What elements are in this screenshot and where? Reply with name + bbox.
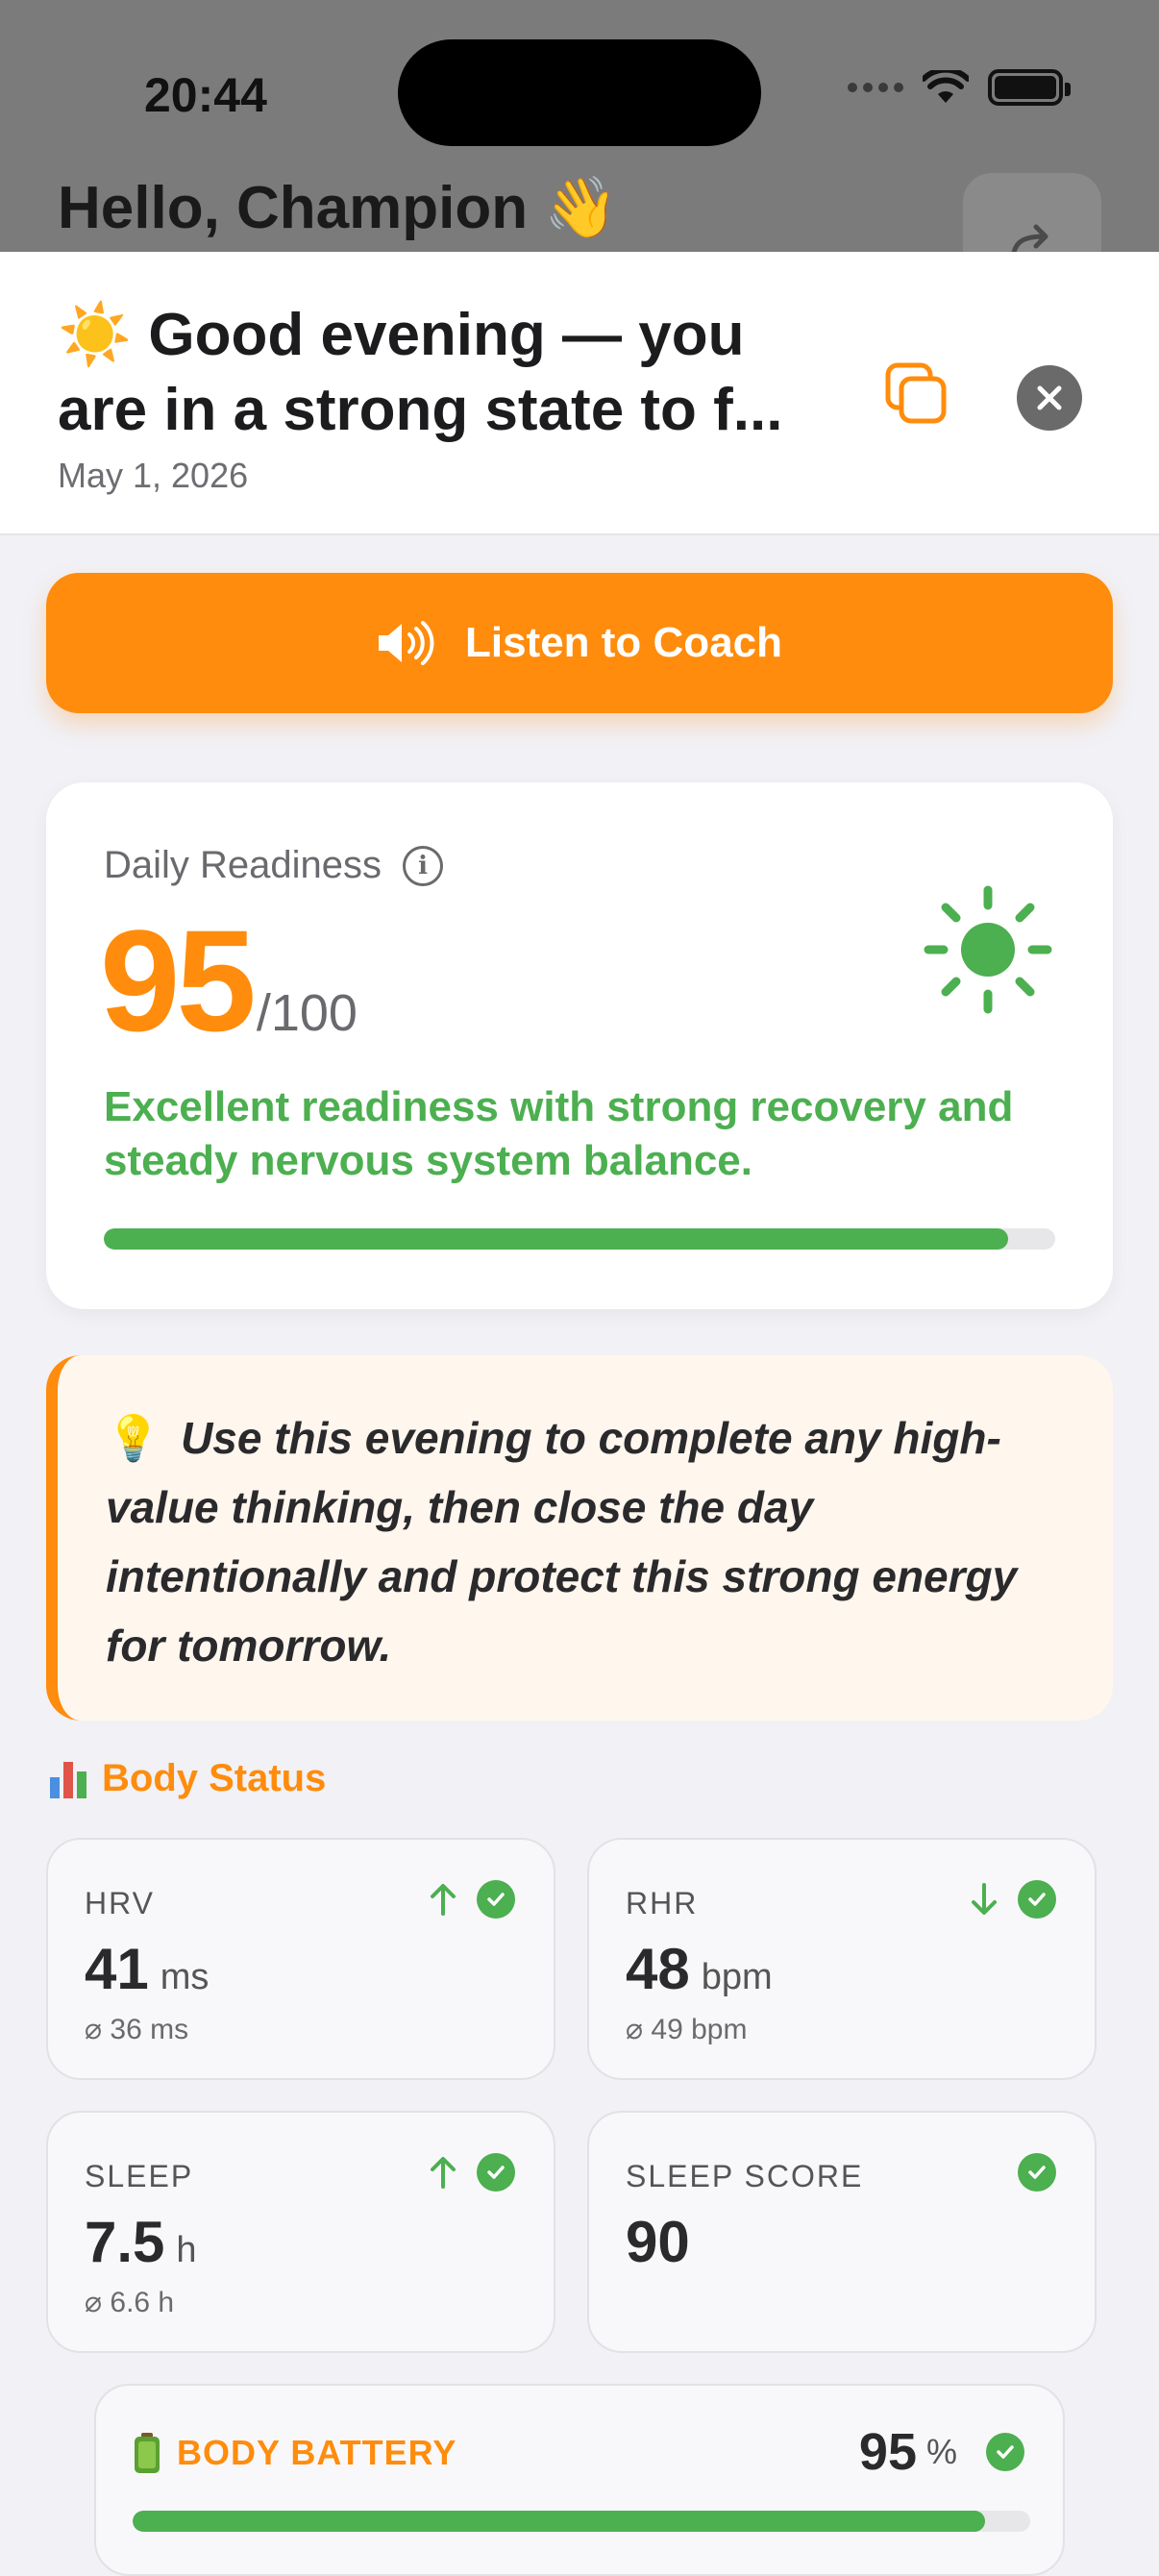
bar-chart-icon xyxy=(50,1760,86,1798)
status-time: 20:44 xyxy=(144,68,267,122)
close-button[interactable] xyxy=(1017,365,1082,431)
body-battery-value: 95 % xyxy=(859,2422,1024,2482)
body-battery-label-row: BODY BATTERY xyxy=(133,2432,456,2474)
close-icon xyxy=(1037,385,1062,410)
checkmark-icon xyxy=(477,1880,515,1919)
battery-icon xyxy=(988,69,1071,106)
metric-value: 90 xyxy=(626,2209,690,2275)
metric-card-rhr[interactable]: RHR 48 bpm ⌀ 49 bpm xyxy=(587,1838,1097,2080)
body-battery-number: 95 xyxy=(858,2423,917,2481)
dynamic-island xyxy=(398,39,761,146)
arrow-down-icon xyxy=(972,1883,997,1915)
readiness-score-value: 95 xyxy=(100,900,257,1061)
body-status-label: Body Status xyxy=(102,1757,327,1799)
body-status-title: Body Status xyxy=(50,1757,326,1800)
metric-unit: bpm xyxy=(701,1957,773,1997)
metric-indicators xyxy=(429,1880,515,1919)
metric-number: 41 xyxy=(85,1937,149,2001)
metric-indicators xyxy=(429,2153,515,2192)
readiness-progress-bar xyxy=(104,1228,1055,1250)
checkmark-icon xyxy=(1018,2153,1056,2192)
metric-average: ⌀ 36 ms xyxy=(85,2014,189,2045)
metric-unit: ms xyxy=(160,1957,210,1997)
metric-average: ⌀ 49 bpm xyxy=(626,2014,748,2045)
readiness-score: 95 /100 xyxy=(100,898,358,1064)
metric-unit: h xyxy=(176,2230,197,2270)
metric-indicators xyxy=(1018,2153,1056,2192)
copy-icon xyxy=(885,362,947,424)
wifi-icon xyxy=(923,70,969,103)
arrow-up-icon xyxy=(431,1884,456,1916)
readiness-progress-fill xyxy=(104,1228,1008,1250)
body-battery-progress-fill xyxy=(133,2511,986,2532)
metric-number: 90 xyxy=(626,2210,690,2274)
sun-icon xyxy=(924,885,1052,1014)
status-icons xyxy=(848,69,1071,106)
body-battery-label: BODY BATTERY xyxy=(177,2433,457,2472)
readiness-card: Daily Readiness i 95 /100 Excellent read… xyxy=(46,782,1113,1309)
metric-value: 41 ms xyxy=(85,1936,209,2002)
coach-sheet: ☀️ Good evening — you are in a strong st… xyxy=(0,252,1159,2576)
checkmark-icon xyxy=(477,2153,515,2192)
metric-label: SLEEP SCORE xyxy=(626,2159,864,2193)
metric-card-hrv[interactable]: HRV 41 ms ⌀ 36 ms xyxy=(46,1838,555,2080)
checkmark-icon xyxy=(986,2433,1024,2471)
metric-label: HRV xyxy=(85,1886,155,1920)
arrow-up-icon xyxy=(431,2157,456,2189)
listen-to-coach-button[interactable]: Listen to Coach xyxy=(46,573,1113,713)
lightbulb-icon: 💡 xyxy=(106,1413,161,1463)
sheet-title: ☀️ Good evening — you are in a strong st… xyxy=(58,302,783,443)
metric-number: 7.5 xyxy=(85,2210,165,2274)
metric-indicators xyxy=(970,1880,1056,1919)
speaker-icon xyxy=(378,621,434,665)
sheet-date: May 1, 2026 xyxy=(58,456,249,495)
info-icon[interactable]: i xyxy=(403,845,444,886)
readiness-label: Daily Readiness xyxy=(104,844,382,886)
coach-tip-text: Use this evening to complete any high-va… xyxy=(106,1413,1018,1671)
sheet-header: ☀️ Good evening — you are in a strong st… xyxy=(0,252,1159,535)
copy-button[interactable] xyxy=(880,358,957,434)
metric-label: RHR xyxy=(626,1886,699,1920)
background-app: 20:44 Hello, Champion 👋 xyxy=(0,0,1159,288)
coach-tip-card: 💡 Use this evening to complete any high-… xyxy=(46,1355,1113,1721)
metric-number: 48 xyxy=(626,1937,690,2001)
metric-value: 48 bpm xyxy=(626,1936,773,2002)
body-battery-unit: % xyxy=(925,2432,957,2471)
checkmark-icon xyxy=(1018,1880,1056,1919)
metric-average: ⌀ 6.6 h xyxy=(85,2287,175,2318)
battery-emoji-icon xyxy=(135,2433,160,2473)
metric-label: SLEEP xyxy=(85,2159,194,2193)
body-battery-progress-bar xyxy=(133,2511,1030,2532)
body-battery-card[interactable]: BODY BATTERY 95 % xyxy=(94,2384,1065,2576)
listen-button-label: Listen to Coach xyxy=(464,619,783,666)
readiness-description: Excellent readiness with strong recovery… xyxy=(104,1083,1014,1184)
metric-value: 7.5 h xyxy=(85,2209,197,2275)
readiness-label-row: Daily Readiness i xyxy=(104,844,444,887)
background-greeting: Hello, Champion 👋 xyxy=(58,175,619,241)
signal-icon xyxy=(848,83,903,92)
metric-card-sleep-score[interactable]: SLEEP SCORE 90 xyxy=(587,2111,1097,2353)
coach-tip: 💡 Use this evening to complete any high-… xyxy=(106,1403,1065,1680)
readiness-score-max: /100 xyxy=(256,984,358,1042)
metric-card-sleep[interactable]: SLEEP 7.5 h ⌀ 6.6 h xyxy=(46,2111,555,2353)
